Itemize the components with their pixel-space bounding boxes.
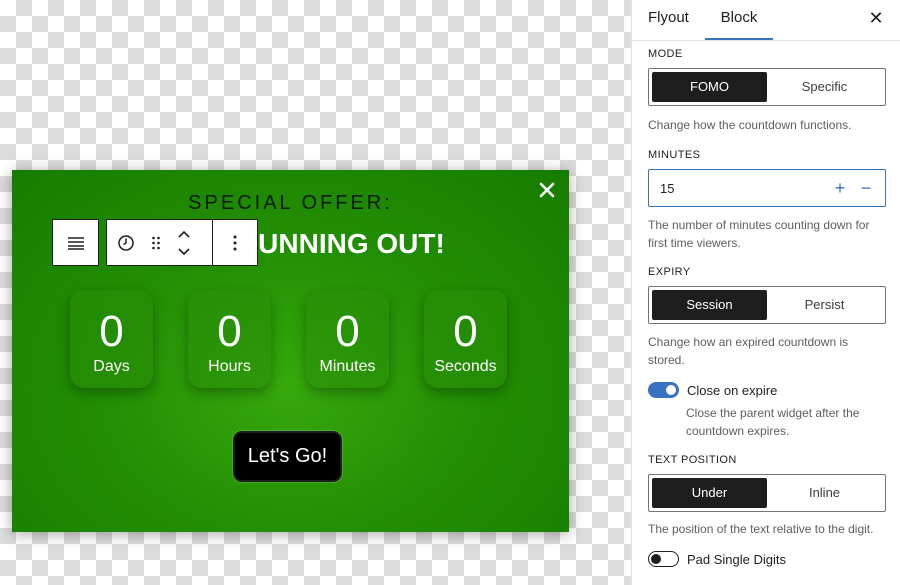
minutes-field: + −: [648, 169, 886, 207]
mode-help-text: Change how the countdown functions.: [648, 118, 852, 132]
countdown-label: Days: [93, 358, 130, 375]
lets-go-button[interactable]: Let's Go!: [233, 431, 342, 482]
drag-handle-icon[interactable]: [145, 220, 167, 265]
close-on-expire-toggle[interactable]: [648, 382, 679, 398]
close-on-expire-label: Close on expire: [687, 382, 778, 398]
align-icon[interactable]: [57, 220, 95, 265]
minutes-input[interactable]: [649, 170, 819, 206]
clock-icon[interactable]: [107, 220, 145, 265]
block-parent-group: [52, 219, 99, 266]
countdown-value: 0: [217, 307, 242, 356]
settings-sidebar: Flyout Block ✕ MODE FOMO Specific Change…: [631, 0, 900, 585]
toggle-knob: [666, 385, 676, 395]
minutes-label: MINUTES: [648, 149, 701, 161]
countdown-seconds: 0 Seconds: [424, 290, 507, 388]
countdown-hours: 0 Hours: [188, 290, 271, 388]
block-controls-group: [106, 219, 258, 266]
countdown-value: 0: [99, 307, 124, 356]
more-options-icon[interactable]: [213, 220, 257, 265]
close-on-expire-row: Close on expire: [648, 382, 885, 398]
expiry-option-session[interactable]: Session: [652, 290, 767, 320]
expiry-help-text: Change how an expired countdown is store…: [648, 335, 849, 367]
close-icon[interactable]: ✕: [866, 6, 886, 30]
mode-option-fomo[interactable]: FOMO: [652, 72, 767, 102]
countdown-label: Hours: [208, 358, 251, 375]
popup-eyebrow: SPECIAL OFFER:: [188, 192, 393, 214]
block-toolbar: [52, 219, 258, 266]
text-position-option-inline[interactable]: Inline: [767, 478, 882, 508]
countdown-value: 0: [335, 307, 360, 356]
countdown-minutes: 0 Minutes: [306, 290, 389, 388]
pad-single-digits-toggle[interactable]: [648, 551, 679, 567]
countdown-label: Seconds: [434, 358, 497, 375]
text-position-option-under[interactable]: Under: [652, 478, 767, 508]
expiry-option-persist[interactable]: Persist: [767, 290, 882, 320]
text-position-label: TEXT POSITION: [648, 454, 737, 466]
sidebar-tabs: Flyout Block ✕: [632, 0, 900, 41]
expiry-toggle-group: Session Persist: [648, 286, 886, 324]
move-up-down-icon[interactable]: [167, 220, 203, 265]
expiry-label: EXPIRY: [648, 266, 691, 278]
toggle-knob: [651, 554, 661, 564]
increment-button[interactable]: +: [829, 176, 851, 200]
close-on-expire-help-text: Close the parent widget after the countd…: [686, 406, 860, 438]
text-position-toggle-group: Under Inline: [648, 474, 886, 512]
tab-block[interactable]: Block: [705, 0, 773, 40]
countdown-label: Minutes: [319, 358, 376, 375]
mode-label: MODE: [648, 48, 683, 60]
countdown-days: 0 Days: [70, 290, 153, 388]
countdown-value: 0: [453, 307, 478, 356]
headline-text: UNNING OUT!: [258, 228, 445, 259]
tab-flyout[interactable]: Flyout: [648, 0, 689, 40]
countdown-timer: 0 Days 0 Hours 0 Minutes 0 Seconds: [70, 290, 510, 388]
decrement-button[interactable]: −: [855, 176, 877, 200]
text-position-help-text: The position of the text relative to the…: [648, 522, 874, 536]
minutes-help-text: The number of minutes counting down for …: [648, 218, 870, 250]
mode-toggle-group: FOMO Specific: [648, 68, 886, 106]
editor-canvas: SPECIAL OFFER: UNNING OUT! 0 Days 0 Hour…: [0, 0, 631, 585]
block-settings-panel: MODE FOMO Specific Change how the countd…: [632, 48, 900, 567]
pad-single-digits-label: Pad Single Digits: [687, 551, 786, 567]
pad-single-digits-row: Pad Single Digits: [648, 551, 885, 567]
mode-option-specific[interactable]: Specific: [767, 72, 882, 102]
